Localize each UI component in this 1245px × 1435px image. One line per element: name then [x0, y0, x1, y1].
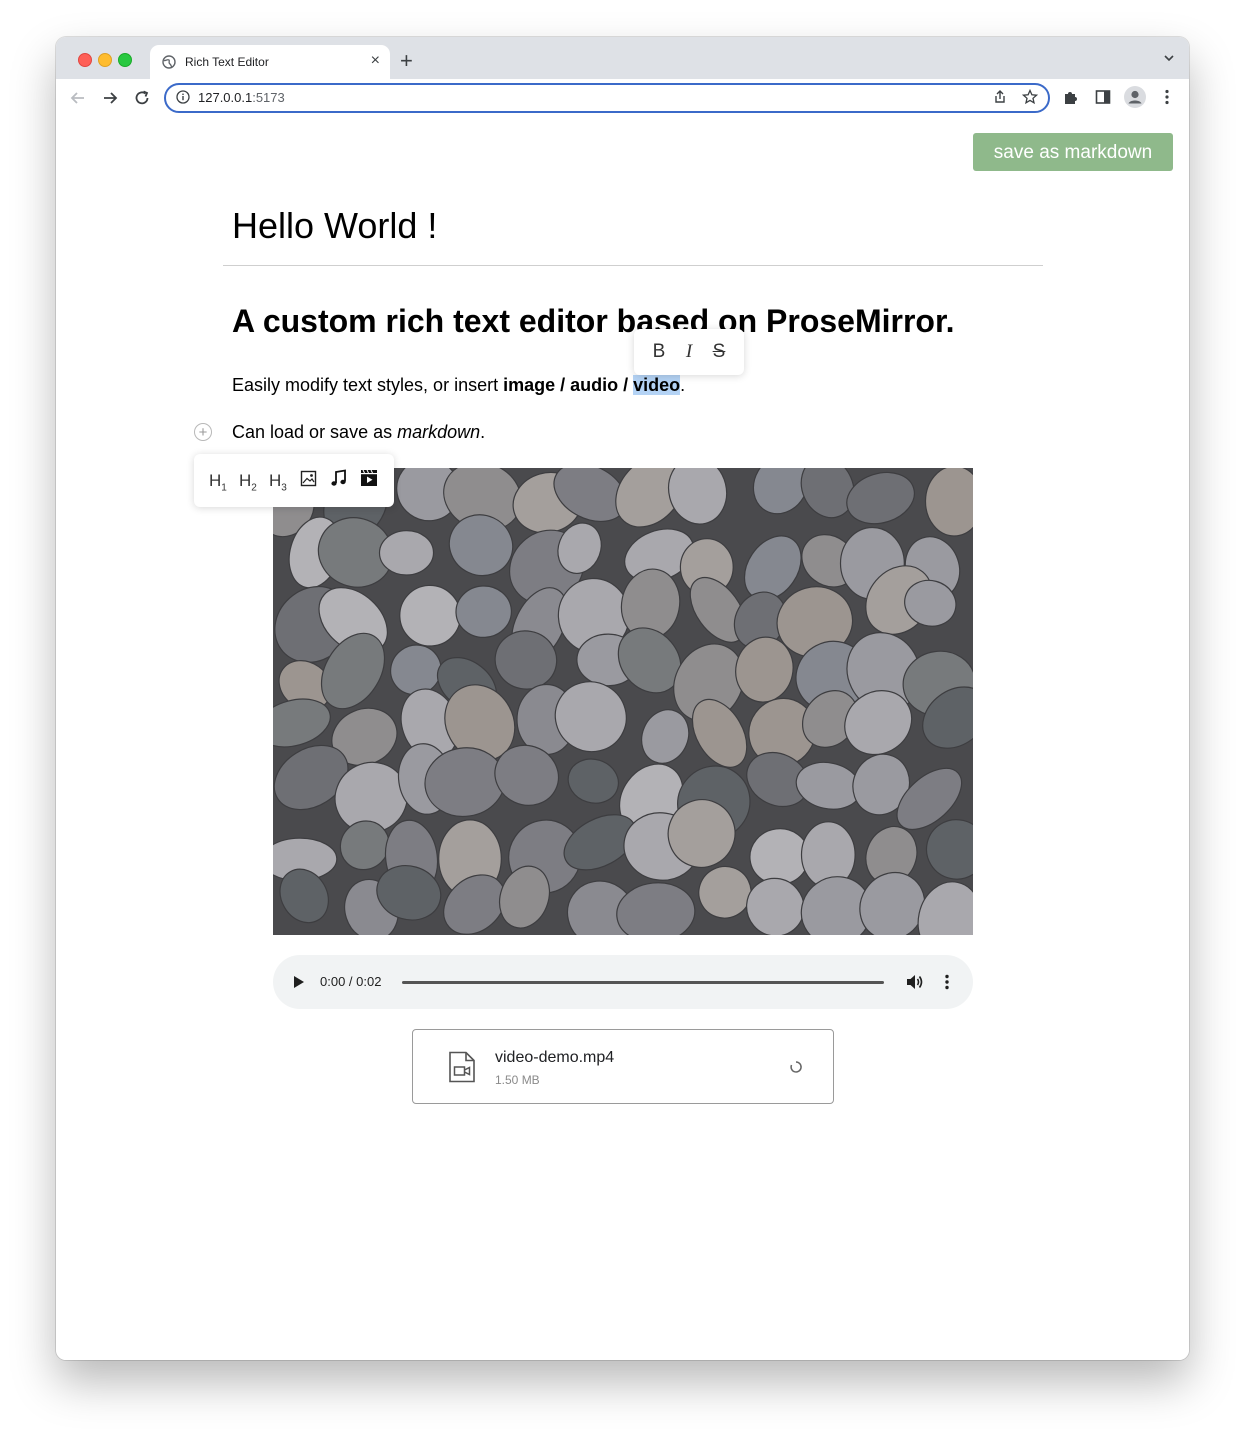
inserted-image[interactable]: [273, 468, 973, 935]
bold-button[interactable]: B: [647, 340, 671, 364]
h2-letter: H: [239, 471, 252, 490]
editor-heading[interactable]: A custom rich text editor based on Prose…: [232, 303, 955, 340]
info-icon[interactable]: [176, 90, 190, 109]
browser-window: Rich Text Editor × + 127.0.0.1:5173 save…: [56, 37, 1189, 1360]
profile-avatar-icon[interactable]: [1124, 86, 1146, 113]
heading-1-button[interactable]: H1: [209, 470, 227, 494]
extensions-puzzle-icon[interactable]: [1062, 88, 1080, 111]
p1-bold-image: image: [503, 375, 556, 395]
play-icon[interactable]: [293, 975, 305, 994]
reload-icon[interactable]: [132, 88, 152, 113]
p2-italic-markdown: markdown: [397, 422, 481, 442]
share-icon[interactable]: [992, 89, 1008, 110]
block-insert-menu: H1 H2 H3: [194, 454, 394, 507]
p2-text: Can load or save as: [232, 422, 398, 442]
audio-more-options-icon[interactable]: [944, 974, 950, 995]
h3-letter: H: [269, 471, 282, 490]
url-text: 127.0.0.1:5173: [198, 90, 285, 105]
p1-sep-1: /: [555, 375, 571, 395]
loading-spinner-icon: [789, 1060, 803, 1079]
globe-icon: [162, 55, 176, 74]
volume-icon[interactable]: [906, 974, 924, 995]
video-icon[interactable]: [360, 469, 378, 491]
pebbles-image: [273, 468, 973, 935]
forward-arrow-icon[interactable]: [100, 88, 120, 113]
h1-letter: H: [209, 471, 222, 490]
tab-close-icon[interactable]: ×: [371, 52, 380, 70]
insert-block-plus-button[interactable]: +: [194, 423, 212, 441]
maximize-window-button[interactable]: [118, 53, 132, 67]
audio-time: 0:00 / 0:02: [320, 974, 382, 989]
editor-paragraph-1[interactable]: Easily modify text styles, or insert ima…: [232, 375, 685, 396]
image-icon[interactable]: [300, 470, 317, 492]
new-tab-button[interactable]: +: [400, 49, 413, 73]
editor-page: save as markdown Hello World ! A custom …: [56, 117, 1189, 1360]
italic-button[interactable]: I: [677, 340, 701, 364]
save-as-markdown-button[interactable]: save as markdown: [973, 133, 1173, 171]
heading-2-button[interactable]: H2: [239, 470, 257, 494]
url-host: 127.0.0.1: [198, 90, 253, 105]
audio-progress-slider[interactable]: [402, 981, 884, 984]
editor-paragraph-2[interactable]: Can load or save as markdown.: [232, 422, 485, 443]
p1-end: .: [680, 375, 686, 395]
h2-sub: 2: [251, 482, 257, 494]
p1-sep-2: /: [618, 375, 634, 395]
heading-3-button[interactable]: H3: [269, 470, 287, 494]
h1-sub: 1: [221, 482, 227, 494]
file-name: video-demo.mp4: [495, 1049, 615, 1066]
close-window-button[interactable]: [78, 53, 92, 67]
p1-bold-video-selected: video: [633, 375, 681, 395]
video-file-icon: [447, 1051, 477, 1088]
music-icon[interactable]: [330, 469, 348, 491]
back-arrow-icon[interactable]: [68, 88, 88, 113]
bookmark-star-icon[interactable]: [1021, 88, 1039, 110]
minimize-window-button[interactable]: [98, 53, 112, 67]
document-title-input[interactable]: Hello World !: [232, 205, 437, 247]
side-panel-icon[interactable]: [1094, 88, 1112, 111]
address-bar[interactable]: 127.0.0.1:5173: [164, 83, 1050, 113]
strikethrough-button[interactable]: S: [707, 340, 731, 364]
audio-player: 0:00 / 0:02: [273, 955, 973, 1009]
format-toolbar: B I S: [634, 329, 744, 375]
title-divider: [223, 265, 1043, 266]
browser-tab[interactable]: Rich Text Editor ×: [150, 45, 390, 79]
url-port: :5173: [252, 90, 285, 105]
h3-sub: 3: [281, 482, 287, 494]
browser-toolbar: 127.0.0.1:5173: [56, 79, 1189, 118]
tab-search-chevron-icon[interactable]: [1163, 51, 1175, 69]
file-size: 1.50 MB: [495, 1073, 540, 1087]
browser-menu-kebab-icon[interactable]: [1160, 88, 1174, 111]
p2-end: .: [480, 422, 486, 442]
p1-text: Easily modify text styles, or insert: [232, 375, 504, 395]
tab-title: Rich Text Editor: [185, 55, 269, 69]
p1-bold-audio: audio: [570, 375, 619, 395]
video-file-card[interactable]: video-demo.mp4 1.50 MB: [412, 1029, 834, 1104]
tab-strip: Rich Text Editor × +: [56, 37, 1189, 79]
